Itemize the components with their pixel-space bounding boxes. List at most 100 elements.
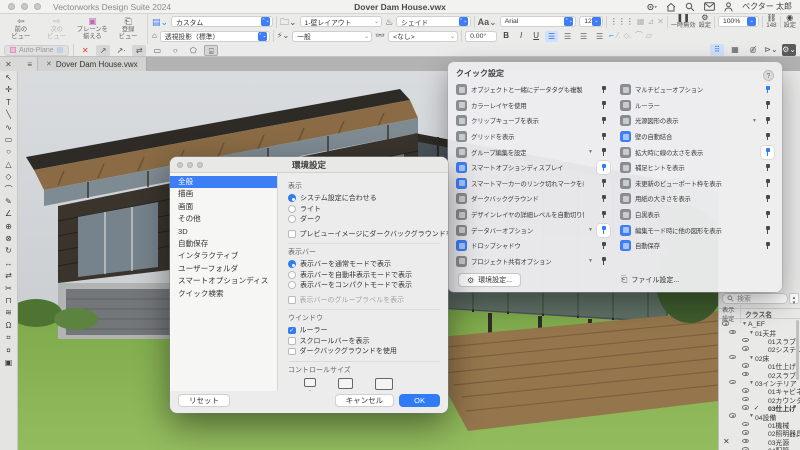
visibility-eye-icon[interactable]	[739, 438, 752, 445]
category-item[interactable]: 画面	[170, 201, 277, 213]
align-plane-button[interactable]: ▣ プレーンを 揃える	[76, 16, 110, 40]
gear-menu-icon[interactable]	[646, 2, 657, 12]
option-row[interactable]: プレビューイメージにダークバックグラウンドを使用	[288, 229, 440, 240]
cancel-button[interactable]: キャンセル	[335, 394, 395, 407]
class-tree-row[interactable]: ✓ ▼ 04配管	[719, 446, 800, 450]
quick-setting-row[interactable]: データバーオプション ▼	[456, 222, 610, 238]
angle-snap-icon[interactable]: ⊿	[647, 16, 654, 28]
category-item[interactable]: 全般	[170, 176, 277, 188]
quick-setting-row[interactable]: 未更新のビューポート枠を表示 ▼	[620, 176, 774, 192]
category-item[interactable]: 自動保存	[170, 238, 277, 250]
visibility-eye-icon[interactable]	[719, 321, 732, 328]
pin-button[interactable]	[761, 130, 774, 143]
pen-tool[interactable]: ✎	[2, 196, 16, 208]
layout-select[interactable]: 1-壁レイアウト⌄	[300, 16, 382, 27]
visibility-eye-icon[interactable]	[739, 363, 752, 370]
user-name[interactable]: ベクター 太郎	[742, 1, 792, 12]
category-item[interactable]: スマートオプションディス	[170, 275, 277, 287]
quick-setting-row[interactable]: マルチビューオプション ▼	[620, 82, 774, 98]
scroll-stepper[interactable]: ▲▼	[789, 293, 799, 304]
polygon-lasso-mode-icon[interactable]: ⬠	[186, 45, 200, 56]
pin-button[interactable]	[597, 208, 610, 221]
pin-button[interactable]	[761, 99, 774, 112]
ok-button[interactable]: OK	[399, 394, 440, 407]
pan-tool[interactable]: ✛	[2, 84, 16, 96]
text-tool[interactable]: T	[2, 97, 16, 109]
quick-setting-row[interactable]: 白黒表示 ▼	[620, 207, 774, 223]
align-left-button[interactable]: ☰	[545, 31, 558, 42]
document-tab[interactable]: ✕ Dover Dam House.vwx	[38, 57, 147, 71]
quick-setting-row[interactable]: 編集モード時に他の図形を表示 ▼	[620, 222, 774, 238]
viewport-tool[interactable]: ▣	[2, 357, 16, 369]
pin-button[interactable]	[597, 99, 610, 112]
quick-setting-row[interactable]: スマートマーカーのリンク切れマークを表示 ▼	[456, 176, 610, 192]
home-icon[interactable]	[666, 2, 676, 12]
pin-button[interactable]	[761, 177, 774, 190]
visibility-eye-icon[interactable]	[739, 337, 752, 344]
select-mode-icon[interactable]: ↗	[96, 45, 110, 56]
render-settings-button[interactable]: ◉設定	[784, 14, 796, 29]
option-row[interactable]: ルーラー	[288, 325, 440, 336]
class-filter-select[interactable]: <なし>⌄	[388, 31, 458, 42]
layout-icon[interactable]: 🗀⌄	[280, 16, 297, 28]
pin-button[interactable]	[761, 114, 774, 127]
quick-setting-row[interactable]: オブジェクトと一緒にデータタグも複製 ▼	[456, 82, 610, 98]
quick-setting-row[interactable]: カラーレイヤを使用 ▼	[456, 98, 610, 114]
column-tool[interactable]: Ω	[2, 320, 16, 332]
chevron-down-icon[interactable]: ▼	[588, 227, 593, 233]
category-item[interactable]: ユーザーフォルダ	[170, 263, 277, 275]
option-row[interactable]: システム設定に合わせる	[288, 193, 440, 204]
pin-button[interactable]	[597, 177, 610, 190]
option-row[interactable]: ライト	[288, 204, 440, 215]
snap-grid-icon[interactable]: ⋮⋮⋮	[610, 16, 634, 28]
snap-pause-button[interactable]: ❚❚一時無効	[671, 14, 696, 29]
saved-view-icon[interactable]: ▤⌄	[152, 16, 168, 28]
disclosure-triangle-icon[interactable]: ▼	[748, 330, 755, 336]
pin-button[interactable]	[597, 114, 610, 127]
quick-setting-row[interactable]: デザインレイヤの詳細レベルを自動切り替え ▼	[456, 207, 610, 223]
quick-setting-row[interactable]: グリッドを表示 ▼	[456, 129, 610, 145]
quick-setting-row[interactable]: グループ編集を設定 ▼	[456, 144, 610, 160]
option-row[interactable]: ダークバックグラウンドを使用	[288, 346, 440, 357]
chevron-down-icon[interactable]: ▼	[588, 258, 593, 264]
selection-tool[interactable]: ↖	[2, 72, 16, 84]
disclosure-triangle-icon[interactable]: ▼	[748, 380, 755, 386]
quick-setting-row[interactable]: ドロップシャドウ ▼	[456, 238, 610, 254]
move-mode-icon[interactable]: ⇄	[132, 45, 146, 56]
option-row[interactable]: 表示バーを自動非表示モードで表示	[288, 270, 440, 281]
quick-setting-row[interactable]: ルーラー ▼	[620, 98, 774, 114]
pin-button[interactable]	[597, 83, 610, 96]
search-icon[interactable]	[685, 2, 695, 12]
next-view-button[interactable]: ⇨ 次の ビュー	[40, 16, 74, 40]
quick-setting-row[interactable]: 光源図形の表示 ▼	[620, 113, 774, 129]
file-settings-button[interactable]: ⎗ ファイル設定...	[613, 273, 687, 287]
saved-views-button[interactable]: ⎗ 登録 ビュー	[111, 16, 145, 40]
door-mode-icon[interactable]: ⌸	[204, 45, 218, 56]
quick-setting-row[interactable]: 拡大時に線の太さを表示 ▼	[620, 144, 774, 160]
tab-close-icon[interactable]: ✕	[46, 60, 52, 68]
line-style-icon[interactable]: ⚡⌄	[277, 30, 289, 42]
offset-tool[interactable]: ⊓	[2, 295, 16, 307]
line-style-select[interactable]: 一般⌄	[292, 31, 372, 42]
constrain-icon[interactable]: ▦	[637, 16, 645, 28]
quick-setting-row[interactable]: 補足ヒントを表示 ▼	[620, 160, 774, 176]
visibility-eye-icon[interactable]	[726, 379, 739, 386]
arc-tool[interactable]: ⌒	[2, 184, 16, 196]
control-size-option[interactable]: 小	[304, 378, 316, 392]
pin-button[interactable]	[761, 192, 774, 205]
triangle-tool[interactable]: △	[2, 159, 16, 171]
font-select[interactable]: Arial⌃⌄	[500, 16, 577, 27]
mail-icon[interactable]	[704, 2, 715, 11]
align-right-button[interactable]: ☰	[577, 31, 590, 42]
text-style-icon[interactable]: Aa⌄	[478, 16, 497, 28]
hide-details-icon[interactable]: ◎̸	[746, 44, 760, 56]
marquee-mode-icon[interactable]: ▭	[150, 45, 164, 56]
pin-button[interactable]	[761, 208, 774, 221]
option-row[interactable]: 表示バーを通常モードで表示	[288, 259, 440, 270]
corner-mode-icon[interactable]: ⌐	[609, 30, 614, 42]
clip-tool[interactable]: ⊗	[2, 233, 16, 245]
symbol-tool[interactable]: ¤	[2, 345, 16, 357]
pin-button[interactable]	[761, 239, 774, 252]
snap-settings-button[interactable]: ⚙設定	[699, 14, 711, 29]
visibility-eye-icon[interactable]	[739, 346, 752, 353]
